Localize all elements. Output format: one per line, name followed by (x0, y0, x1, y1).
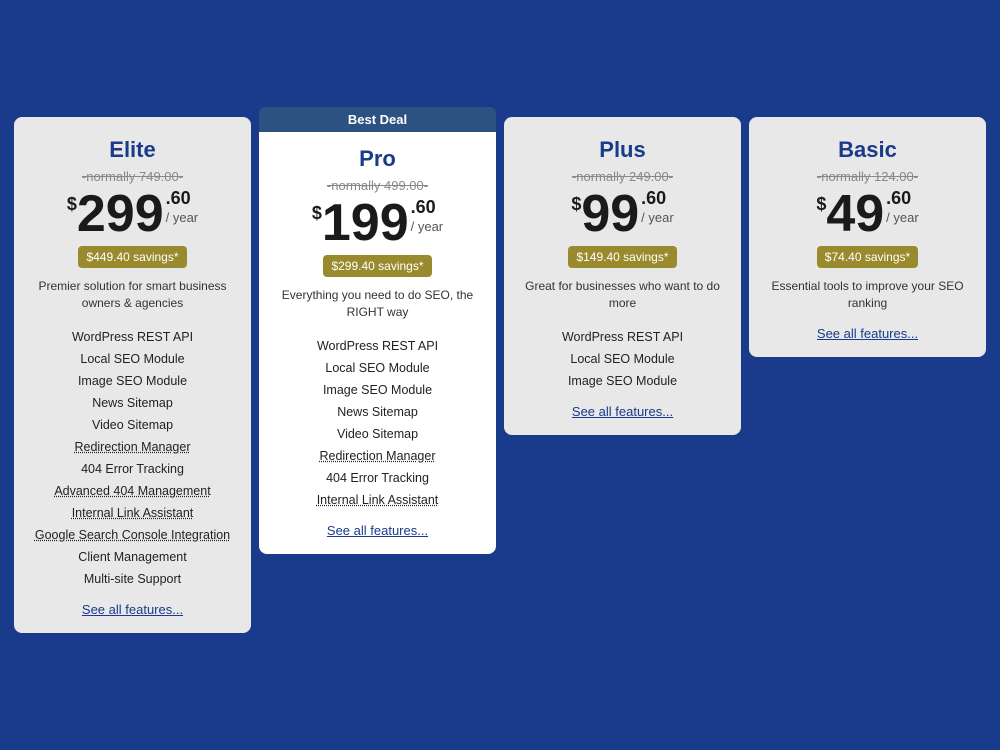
feature-item: 404 Error Tracking (275, 467, 480, 489)
price-dollar-elite: $ (67, 194, 77, 215)
original-price-pro: -normally 499.00- (275, 178, 480, 193)
feature-item: News Sitemap (30, 392, 235, 414)
price-cents-plus: .60 (641, 188, 674, 210)
price-right-basic: .60 / year (886, 188, 919, 225)
plan-card-basic: Basic -normally 124.00- $ 49 .60 / year $… (749, 117, 986, 357)
plan-desc-plus: Great for businesses who want to do more (520, 278, 725, 312)
feature-item: Internal Link Assistant (30, 502, 235, 524)
savings-badge-basic: $74.40 savings* (817, 246, 918, 268)
plan-name-plus: Plus (520, 137, 725, 163)
feature-item: Image SEO Module (30, 370, 235, 392)
price-main-plus: 99 (581, 188, 639, 240)
plan-desc-pro: Everything you need to do SEO, the RIGHT… (275, 287, 480, 321)
feature-item: Image SEO Module (520, 370, 725, 392)
feature-item: Client Management (30, 546, 235, 568)
plan-name-basic: Basic (765, 137, 970, 163)
feature-item: Video Sitemap (30, 414, 235, 436)
see-all-link-elite[interactable]: See all features... (30, 602, 235, 617)
feature-item: Image SEO Module (275, 379, 480, 401)
features-list-plus: WordPress REST APILocal SEO ModuleImage … (520, 326, 725, 392)
price-right-pro: .60 / year (411, 197, 444, 234)
feature-item: News Sitemap (275, 401, 480, 423)
savings-badge-plus: $149.40 savings* (568, 246, 676, 268)
price-period-basic: / year (886, 210, 919, 226)
feature-item: Local SEO Module (275, 357, 480, 379)
price-cents-pro: .60 (411, 197, 444, 219)
see-all-link-basic[interactable]: See all features... (765, 326, 970, 341)
original-price-plus: -normally 249.00- (520, 169, 725, 184)
features-list-pro: WordPress REST APILocal SEO ModuleImage … (275, 335, 480, 511)
plan-card-pro: Best Deal Pro -normally 499.00- $ 199 .60 … (259, 107, 496, 554)
feature-item: WordPress REST API (275, 335, 480, 357)
price-row-plus: $ 99 .60 / year (520, 188, 725, 240)
feature-item: Internal Link Assistant (275, 489, 480, 511)
price-right-elite: .60 / year (166, 188, 199, 225)
feature-item: Redirection Manager (275, 445, 480, 467)
features-list-elite: WordPress REST APILocal SEO ModuleImage … (30, 326, 235, 590)
price-main-basic: 49 (826, 188, 884, 240)
see-all-link-plus[interactable]: See all features... (520, 404, 725, 419)
feature-item: Multi-site Support (30, 568, 235, 590)
price-cents-basic: .60 (886, 188, 919, 210)
price-right-plus: .60 / year (641, 188, 674, 225)
plan-card-elite: Elite-normally 749.00- $ 299 .60 / year … (14, 117, 251, 633)
feature-item: Local SEO Module (30, 348, 235, 370)
price-period-elite: / year (166, 210, 199, 226)
price-main-elite: 299 (77, 188, 164, 240)
feature-item: Advanced 404 Management (30, 480, 235, 502)
feature-item: WordPress REST API (520, 326, 725, 348)
feature-item: WordPress REST API (30, 326, 235, 348)
price-row-pro: $ 199 .60 / year (275, 197, 480, 249)
price-row-basic: $ 49 .60 / year (765, 188, 970, 240)
plan-name-elite: Elite (30, 137, 235, 163)
original-price-elite: -normally 749.00- (30, 169, 235, 184)
price-dollar-plus: $ (571, 194, 581, 215)
see-all-link-pro[interactable]: See all features... (275, 523, 480, 538)
original-price-basic: -normally 124.00- (765, 169, 970, 184)
price-row-elite: $ 299 .60 / year (30, 188, 235, 240)
price-dollar-pro: $ (312, 203, 322, 224)
price-period-plus: / year (641, 210, 674, 226)
plan-desc-elite: Premier solution for smart business owne… (30, 278, 235, 312)
savings-badge-pro: $299.40 savings* (323, 255, 431, 277)
feature-item: Video Sitemap (275, 423, 480, 445)
best-deal-banner: Best Deal (259, 107, 496, 132)
plan-name-pro: Pro (275, 146, 480, 172)
savings-badge-elite: $449.40 savings* (78, 246, 186, 268)
pricing-wrapper: Elite-normally 749.00- $ 299 .60 / year … (10, 117, 990, 633)
price-period-pro: / year (411, 219, 444, 235)
price-main-pro: 199 (322, 197, 409, 249)
feature-item: 404 Error Tracking (30, 458, 235, 480)
price-dollar-basic: $ (816, 194, 826, 215)
plan-desc-basic: Essential tools to improve your SEO rank… (765, 278, 970, 312)
plan-card-plus: Plus -normally 249.00- $ 99 .60 / year $1… (504, 117, 741, 435)
feature-item: Local SEO Module (520, 348, 725, 370)
feature-item: Google Search Console Integration (30, 524, 235, 546)
price-cents-elite: .60 (166, 188, 199, 210)
feature-item: Redirection Manager (30, 436, 235, 458)
